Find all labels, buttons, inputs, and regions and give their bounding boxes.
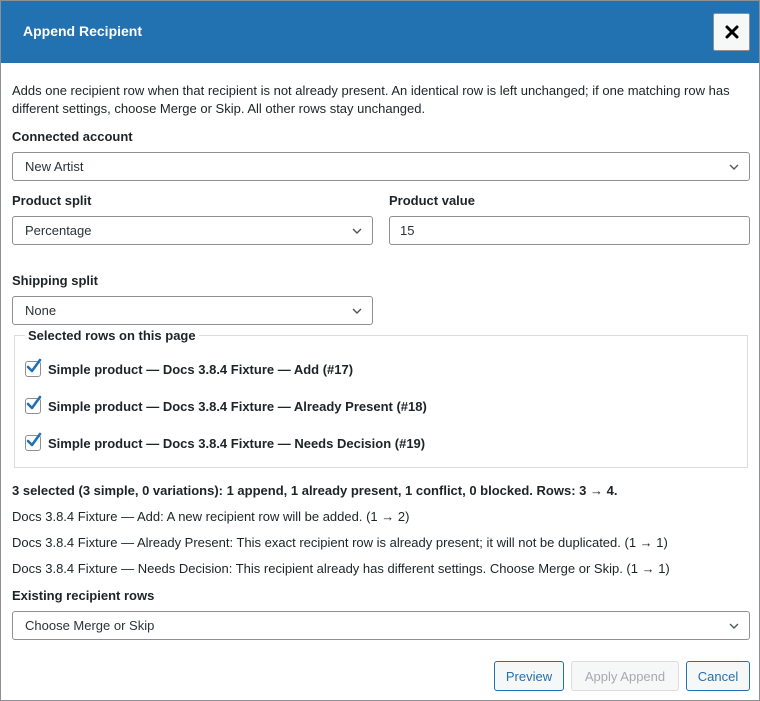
checkmark-icon (26, 432, 42, 447)
row-note: Docs 3.8.4 Fixture — Add: A new recipien… (12, 509, 410, 524)
product-value-label: Product value (389, 193, 475, 208)
cancel-button[interactable]: Cancel (686, 661, 750, 691)
close-icon (725, 25, 738, 39)
shipping-split-label: Shipping split (12, 273, 98, 288)
selected-row-item[interactable]: Simple product — Docs 3.8.4 Fixture — Al… (25, 395, 427, 414)
chevron-down-icon (729, 623, 739, 629)
selected-row-item[interactable]: Simple product — Docs 3.8.4 Fixture — Ne… (25, 432, 426, 451)
connected-account-select[interactable]: New Artist (12, 152, 750, 181)
append-recipient-dialog: Append Recipient Adds one recipient row … (0, 0, 760, 701)
chevron-down-icon (729, 164, 739, 170)
existing-rows-select[interactable]: Choose Merge or Skip (12, 611, 750, 640)
row-note: Docs 3.8.4 Fixture — Needs Decision: Thi… (12, 561, 670, 576)
chevron-down-icon (352, 308, 362, 314)
chevron-down-icon (352, 228, 362, 234)
connected-account-label: Connected account (12, 129, 133, 144)
dialog-description: Adds one recipient row when that recipie… (12, 83, 730, 116)
selected-row-label: Simple product — Docs 3.8.4 Fixture — Ne… (48, 435, 426, 451)
existing-rows-value: Choose Merge or Skip (25, 618, 155, 633)
selected-row-label: Simple product — Docs 3.8.4 Fixture — Al… (48, 398, 427, 414)
product-value-input[interactable]: 15 (389, 216, 750, 245)
checkbox[interactable] (25, 358, 42, 377)
checkbox[interactable] (25, 432, 42, 451)
dialog-title: Append Recipient (23, 23, 143, 39)
checkmark-icon (26, 395, 42, 410)
product-value-text: 15 (400, 223, 415, 238)
apply-append-button[interactable]: Apply Append (571, 661, 679, 691)
connected-account-value: New Artist (25, 159, 84, 174)
dialog-titlebar: Append Recipient (1, 1, 759, 63)
checkmark-icon (26, 358, 42, 373)
product-split-value: Percentage (25, 223, 92, 238)
product-split-label: Product split (12, 193, 92, 208)
selected-rows-legend: Selected rows on this page (25, 328, 199, 343)
selected-row-label: Simple product — Docs 3.8.4 Fixture — Ad… (48, 361, 354, 377)
close-button[interactable] (713, 13, 750, 51)
existing-rows-label: Existing recipient rows (12, 588, 155, 603)
checkbox[interactable] (25, 395, 42, 414)
shipping-split-select[interactable]: None (12, 296, 373, 325)
row-note: Docs 3.8.4 Fixture — Already Present: Th… (12, 535, 668, 550)
preview-button[interactable]: Preview (494, 661, 564, 691)
shipping-split-value: None (25, 303, 57, 318)
product-split-select[interactable]: Percentage (12, 216, 373, 245)
selection-summary: 3 selected (3 simple, 0 variations): 1 a… (12, 483, 618, 498)
selected-row-item[interactable]: Simple product — Docs 3.8.4 Fixture — Ad… (25, 358, 354, 377)
